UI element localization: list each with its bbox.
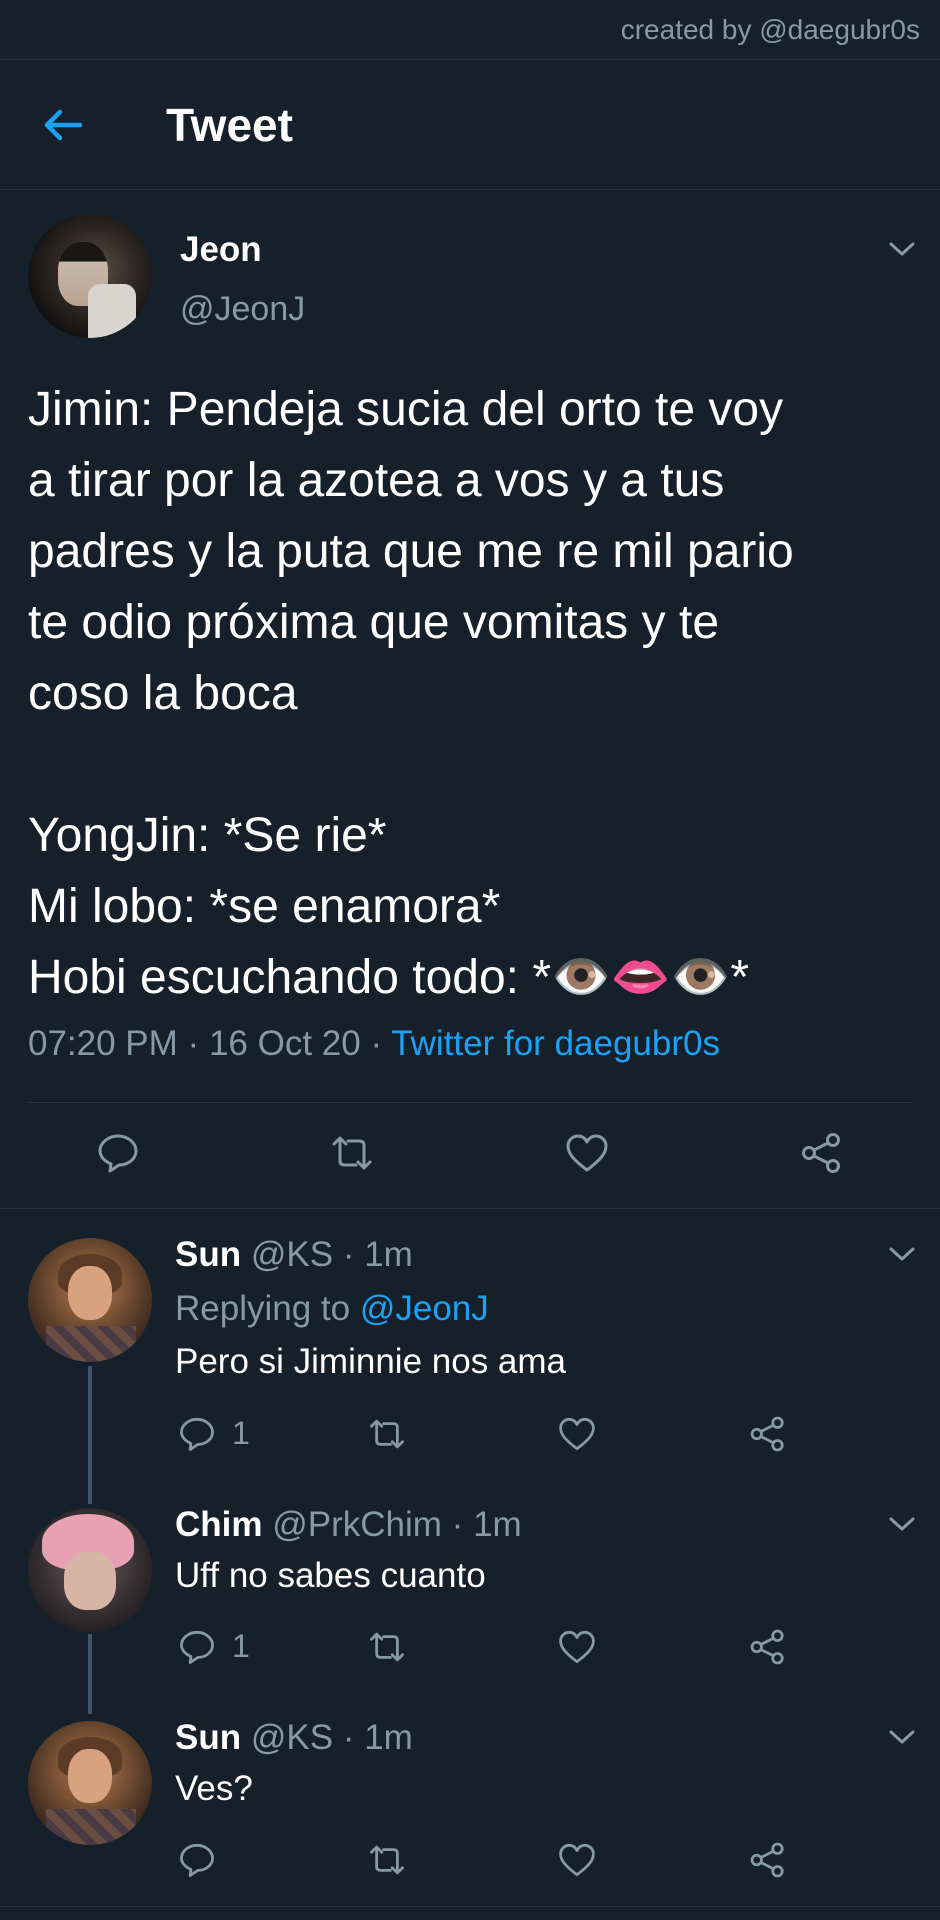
- replying-label: Replying to: [175, 1289, 351, 1328]
- reply-author-handle[interactable]: @PrkChim: [272, 1505, 442, 1544]
- reply-header: Sun @KS · 1m: [175, 1235, 413, 1274]
- reply-icon[interactable]: [178, 1415, 216, 1453]
- tweet-date: 16 Oct 20: [208, 1024, 361, 1063]
- reply-author-handle[interactable]: @KS: [251, 1718, 333, 1757]
- divider: [28, 1102, 912, 1103]
- thread-line: [88, 1634, 92, 1714]
- share-icon[interactable]: [749, 1841, 787, 1879]
- reply-text: Ves?: [175, 1769, 253, 1808]
- like-icon[interactable]: [558, 1415, 596, 1453]
- reply-age: 1m: [473, 1505, 522, 1544]
- thread-line: [88, 1366, 92, 1504]
- page-title: Tweet: [166, 99, 293, 151]
- reply-text: Uff no sabes cuanto: [175, 1556, 486, 1595]
- reply-author-name[interactable]: Chim: [175, 1505, 263, 1544]
- tweet-author-handle[interactable]: @JeonJ: [180, 290, 305, 329]
- tweet-time: 07:20 PM: [28, 1024, 178, 1063]
- reply-age: 1m: [364, 1235, 413, 1274]
- reply-author-name[interactable]: Sun: [175, 1718, 241, 1757]
- avatar[interactable]: [28, 1508, 152, 1632]
- tweet-author-name[interactable]: Jeon: [180, 230, 262, 270]
- credit-text: created by @daegubr0s: [620, 14, 920, 45]
- chevron-down-icon[interactable]: [888, 1515, 916, 1533]
- reply-header: Sun @KS · 1m: [175, 1718, 413, 1757]
- chevron-down-icon[interactable]: [888, 1245, 916, 1263]
- chevron-down-icon[interactable]: [888, 1728, 916, 1746]
- replying-to-link[interactable]: @JeonJ: [360, 1289, 489, 1328]
- back-arrow-icon[interactable]: [40, 102, 86, 148]
- retweet-icon[interactable]: [330, 1131, 374, 1175]
- status-strip: created by @daegubr0s: [0, 0, 940, 60]
- reply-text: Pero si Jiminnie nos ama: [175, 1342, 566, 1381]
- app-header: Tweet: [0, 60, 940, 190]
- like-icon[interactable]: [558, 1841, 596, 1879]
- reply-icon[interactable]: [178, 1628, 216, 1666]
- reply-header: Chim @PrkChim · 1m: [175, 1505, 522, 1544]
- avatar[interactable]: [28, 1721, 152, 1845]
- reply-age: 1m: [364, 1718, 413, 1757]
- reply-count: 1: [232, 1415, 250, 1451]
- retweet-icon[interactable]: [368, 1841, 406, 1879]
- share-icon[interactable]: [800, 1131, 844, 1175]
- reply-author-handle[interactable]: @KS: [251, 1235, 333, 1274]
- divider: [0, 1208, 940, 1209]
- divider: [0, 1906, 940, 1907]
- reply-count: 1: [232, 1628, 250, 1664]
- avatar[interactable]: [28, 1238, 152, 1362]
- like-icon[interactable]: [565, 1131, 609, 1175]
- tweet-meta: 07:20 PM · 16 Oct 20 · Twitter for daegu…: [28, 1024, 720, 1063]
- tweet-text: Jimin: Pendeja sucia del orto te voy a t…: [28, 383, 794, 1004]
- like-icon[interactable]: [558, 1628, 596, 1666]
- reply-author-name[interactable]: Sun: [175, 1235, 241, 1274]
- retweet-icon[interactable]: [368, 1415, 406, 1453]
- retweet-icon[interactable]: [368, 1628, 406, 1666]
- share-icon[interactable]: [749, 1415, 787, 1453]
- reply-icon[interactable]: [178, 1841, 216, 1879]
- replying-to: Replying to @JeonJ: [175, 1289, 489, 1329]
- avatar[interactable]: [28, 214, 152, 338]
- chevron-down-icon[interactable]: [888, 240, 916, 258]
- share-icon[interactable]: [749, 1628, 787, 1666]
- reply-icon[interactable]: [96, 1131, 140, 1175]
- tweet-source-link[interactable]: Twitter for daegubr0s: [391, 1024, 720, 1063]
